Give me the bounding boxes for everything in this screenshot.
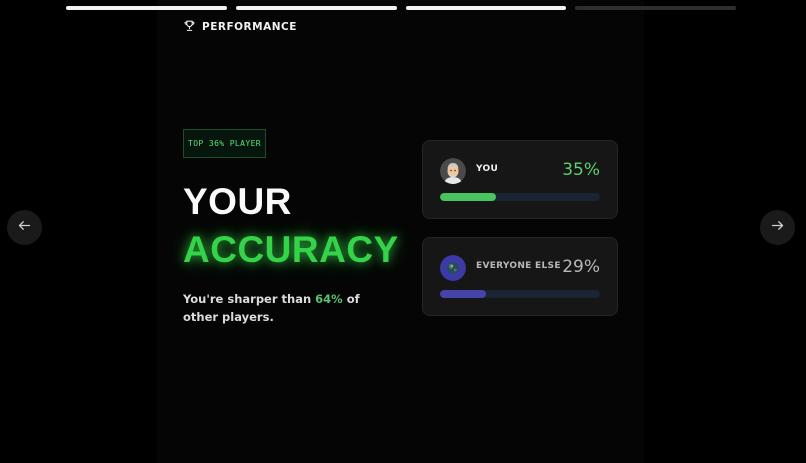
everyone-else-progress-bar (440, 290, 600, 298)
you-stat-card: YOU 35% (422, 140, 618, 219)
title-line-1: YOUR (183, 181, 292, 222)
title-line-2: ACCURACY (183, 229, 399, 270)
progress-segment-3 (405, 6, 567, 10)
rank-badge: TOP 36% PLAYER (183, 129, 266, 158)
progress-segment-4 (575, 6, 736, 10)
section-title: PERFORMANCE (202, 21, 297, 33)
you-progress-fill (440, 193, 496, 201)
you-label: YOU (476, 164, 499, 174)
arrow-right-icon (770, 218, 785, 237)
previous-button[interactable] (7, 210, 42, 245)
everyone-else-label: EVERYONE ELSE (476, 261, 561, 271)
next-button[interactable] (760, 210, 795, 245)
everyone-else-progress-fill (440, 290, 487, 298)
summary-prefix: You're sharper than (183, 292, 316, 306)
globe-avatar (440, 255, 466, 281)
section-header: PERFORMANCE (183, 19, 297, 35)
summary-text: You're sharper than 64% of other players… (183, 291, 383, 326)
progress-segment-1 (66, 6, 227, 10)
trophy-icon (183, 19, 196, 35)
you-progress-bar (440, 193, 600, 201)
arrow-left-icon (17, 218, 32, 237)
everyone-else-stat-card: EVERYONE ELSE 29% (422, 237, 618, 316)
everyone-else-value: 29% (562, 257, 600, 277)
progress-segment-2 (235, 6, 397, 10)
you-value: 35% (562, 160, 600, 180)
story-progress (66, 6, 736, 10)
summary-highlight: 64% (315, 292, 343, 306)
page-title: YOUR ACCURACY (183, 178, 399, 274)
user-avatar (440, 158, 466, 184)
